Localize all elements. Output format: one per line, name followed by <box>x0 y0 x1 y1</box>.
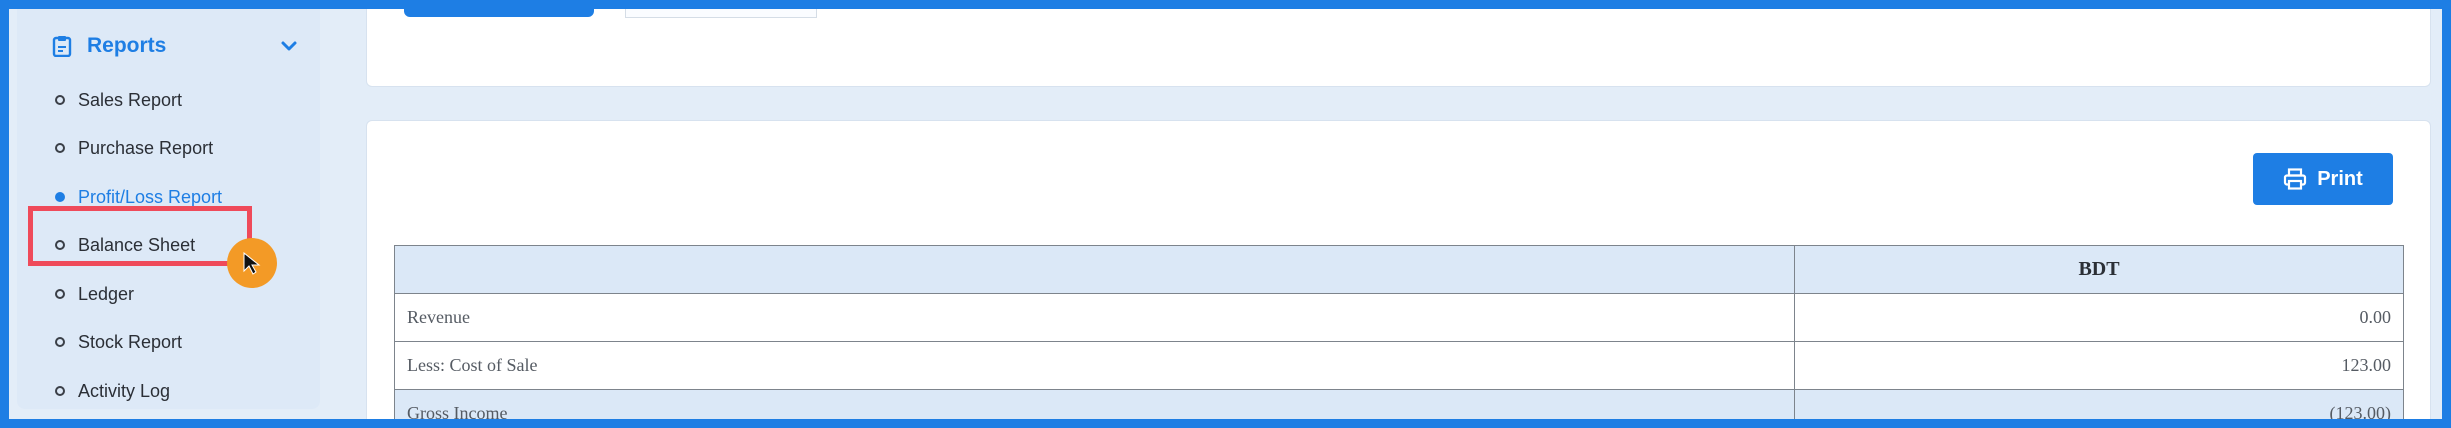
circle-icon <box>55 289 65 299</box>
cursor-indicator <box>227 238 277 288</box>
row-label: Less: Cost of Sale <box>394 341 1795 390</box>
sidebar-item-label: Sales Report <box>78 89 183 110</box>
app-frame: Reports Sales Report Purchase Report Pro… <box>9 9 2442 419</box>
primary-button[interactable] <box>404 9 594 17</box>
circle-icon <box>55 337 65 347</box>
printer-icon <box>2284 168 2307 190</box>
profit-loss-table: BDT Revenue 0.00 Less: Cost of Sale 123.… <box>394 245 2404 419</box>
sidebar-item-purchase-report[interactable]: Purchase Report <box>55 133 213 163</box>
sidebar-item-label: Purchase Report <box>78 137 214 158</box>
sidebar-section-reports[interactable]: Reports <box>33 23 313 69</box>
sidebar-section-title: Reports <box>87 34 167 57</box>
row-amount: (123.00) <box>1794 389 2404 419</box>
filter-card <box>366 9 2431 87</box>
table-row: Gross Income (123.00) <box>394 389 2404 419</box>
row-amount: 123.00 <box>1794 341 2404 390</box>
circle-filled-icon <box>55 192 65 202</box>
circle-icon <box>55 143 65 153</box>
circle-icon <box>55 95 65 105</box>
row-label: Revenue <box>394 293 1795 342</box>
sidebar-item-label: Activity Log <box>78 380 171 401</box>
sidebar-item-activity-log[interactable]: Activity Log <box>55 376 170 406</box>
table-header-row: BDT <box>394 245 2404 294</box>
print-button-label: Print <box>2317 167 2363 190</box>
secondary-button[interactable] <box>625 9 817 18</box>
clipboard-icon <box>52 36 72 57</box>
table-header-currency: BDT <box>1794 245 2404 294</box>
sidebar-item-label: Profit/Loss Report <box>78 186 223 207</box>
chevron-down-icon[interactable] <box>279 36 299 56</box>
circle-icon <box>55 386 65 396</box>
print-button[interactable]: Print <box>2253 153 2393 205</box>
row-amount: 0.00 <box>1794 293 2404 342</box>
table-row: Revenue 0.00 <box>394 293 2404 342</box>
table-row: Less: Cost of Sale 123.00 <box>394 341 2404 390</box>
mouse-pointer-icon <box>243 252 261 275</box>
row-label: Gross Income <box>394 389 1795 419</box>
sidebar-item-label: Ledger <box>78 283 135 304</box>
report-card: Print BDT Revenue 0.00 Less: Cost of Sal… <box>366 120 2431 419</box>
sidebar-item-stock-report[interactable]: Stock Report <box>55 327 182 357</box>
sidebar-item-ledger[interactable]: Ledger <box>55 279 134 309</box>
table-header-label <box>394 245 1795 294</box>
highlight-box <box>28 206 252 266</box>
sidebar-item-label: Stock Report <box>78 331 183 352</box>
sidebar-item-sales-report[interactable]: Sales Report <box>55 85 182 115</box>
